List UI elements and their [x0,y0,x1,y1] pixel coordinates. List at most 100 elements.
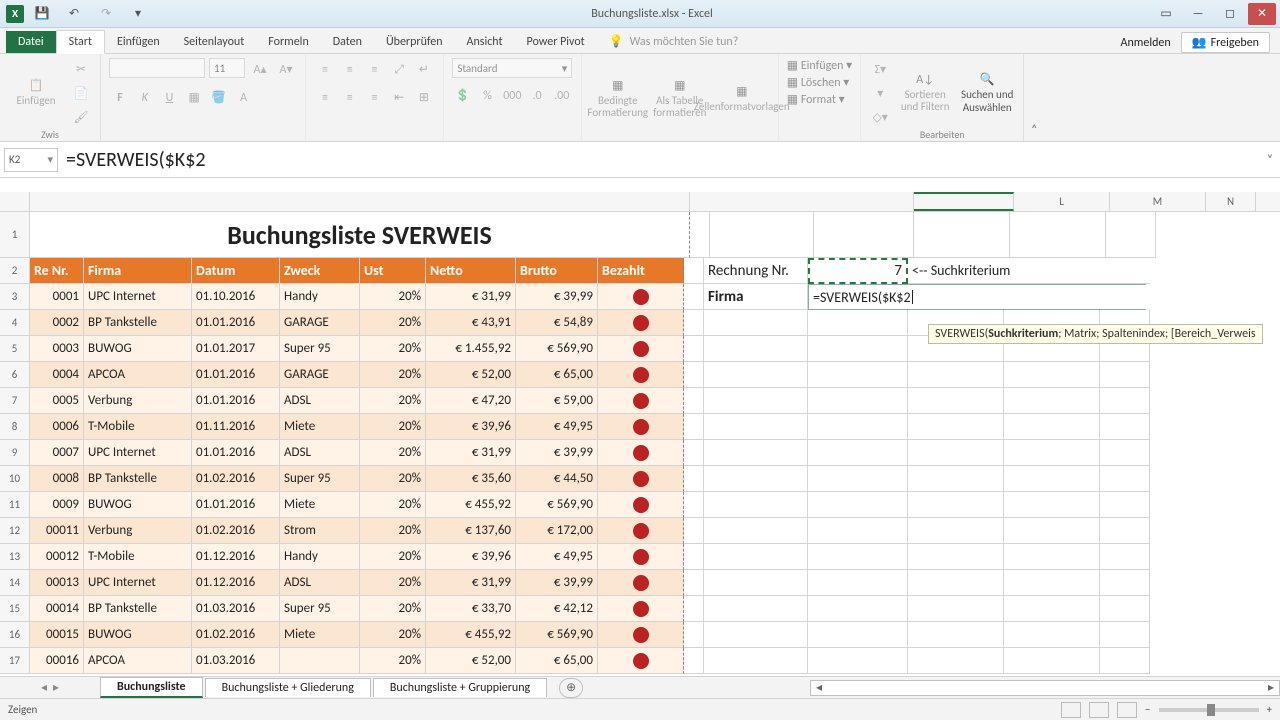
tab-view[interactable]: Ansicht [455,31,515,53]
cell-b[interactable]: BUWOG [84,336,192,362]
cell-c[interactable]: 01.12.2016 [192,570,280,596]
cell[interactable] [704,648,808,674]
cell[interactable] [1100,492,1150,518]
cell[interactable] [684,310,704,336]
sheet-nav-first-icon[interactable]: ◂ [41,680,47,695]
bold-icon[interactable]: F [109,87,131,109]
copy-icon[interactable]: 📄 [70,82,92,104]
cell[interactable] [704,622,808,648]
collapse-ribbon-icon[interactable]: ˄ [1024,54,1044,141]
zoom-in-icon[interactable]: + [1267,703,1272,716]
cell[interactable] [704,362,808,388]
tab-insert[interactable]: Einfügen [105,31,172,53]
redo-icon[interactable]: ↷ [92,3,120,25]
cell-b[interactable]: UPC Internet [84,440,192,466]
cell-d[interactable]: Miete [280,622,360,648]
cell-f[interactable]: € 455,92 [426,622,516,648]
cell-c[interactable]: 01.10.2016 [192,284,280,310]
header-re-nr[interactable]: Re Nr. [30,258,84,284]
cell-h[interactable] [598,466,684,492]
cell[interactable] [684,414,704,440]
cell-a[interactable]: 0003 [30,336,84,362]
cell-f[interactable]: € 31,99 [426,570,516,596]
cell[interactable] [808,336,908,362]
cell[interactable] [704,440,808,466]
cell-a[interactable]: 00015 [30,622,84,648]
cell-l2-note[interactable]: <-- Suchkriterium [908,258,1150,284]
cell[interactable] [1004,466,1100,492]
row-header[interactable]: 11 [0,492,30,518]
cell[interactable] [684,544,704,570]
cell-g[interactable]: € 569,90 [516,336,598,362]
cell-g[interactable]: € 44,50 [516,466,598,492]
cell[interactable] [1100,362,1150,388]
insert-cells-button[interactable]: ▦ Einfügen ▾ [787,58,852,73]
underline-icon[interactable]: U [158,87,180,109]
row-header[interactable]: 15 [0,596,30,622]
zoom-out-icon[interactable]: − [1145,703,1150,716]
row-header[interactable]: 5 [0,336,30,362]
wrap-text-icon[interactable]: ↵ [413,58,435,80]
cell[interactable] [1100,596,1150,622]
cell-d[interactable]: Super 95 [280,466,360,492]
comma-icon[interactable]: 000 [501,85,523,107]
cell-b[interactable]: BP Tankstelle [84,310,192,336]
font-name-input[interactable] [109,58,205,78]
view-normal-icon[interactable] [1061,702,1081,718]
cell-h[interactable] [598,284,684,310]
cell-c[interactable]: 01.03.2016 [192,596,280,622]
qat-customize-icon[interactable]: ▾ [124,3,152,25]
cell[interactable] [684,518,704,544]
cell[interactable] [808,518,908,544]
cell[interactable] [808,310,908,336]
cell-e[interactable]: 20% [360,648,426,674]
cell[interactable] [684,362,704,388]
cell-f[interactable]: € 47,20 [426,388,516,414]
header-firma[interactable]: Firma [84,258,192,284]
cell[interactable] [808,440,908,466]
row-header[interactable]: 17 [0,648,30,674]
cell[interactable] [704,336,808,362]
cell-c[interactable]: 01.01.2016 [192,310,280,336]
cell[interactable] [1106,212,1156,258]
col-header-merged[interactable] [30,192,690,211]
cell-d[interactable]: GARAGE [280,310,360,336]
col-header-m[interactable]: M [1110,192,1206,211]
cell[interactable] [1004,544,1100,570]
cell-f[interactable]: € 33,70 [426,596,516,622]
scroll-right-icon[interactable]: ▸ [1263,681,1279,695]
cell-a[interactable]: 0007 [30,440,84,466]
cell-b[interactable]: BUWOG [84,492,192,518]
cell[interactable] [1004,596,1100,622]
cell-f[interactable]: € 455,92 [426,492,516,518]
new-sheet-button[interactable]: ⊕ [559,678,583,698]
col-header-k[interactable] [914,192,1014,211]
cell-h[interactable] [598,440,684,466]
cell-a[interactable]: 0004 [30,362,84,388]
cell[interactable] [808,570,908,596]
cell-h[interactable] [598,310,684,336]
cell[interactable] [908,362,1004,388]
cell[interactable] [684,622,704,648]
cell[interactable] [908,414,1004,440]
cell-a[interactable]: 00016 [30,648,84,674]
cell[interactable] [908,648,1004,674]
cell-c[interactable]: 01.11.2016 [192,414,280,440]
cell[interactable] [808,362,908,388]
cell-g[interactable]: € 39,99 [516,570,598,596]
cell-e[interactable]: 20% [360,414,426,440]
cell-c[interactable]: 01.01.2016 [192,362,280,388]
close-icon[interactable]: ✕ [1248,3,1276,25]
cell-d[interactable]: GARAGE [280,362,360,388]
border-icon[interactable]: ▦ [183,86,205,108]
row-header[interactable]: 16 [0,622,30,648]
cell[interactable] [684,336,704,362]
cell-d[interactable]: Strom [280,518,360,544]
cell-h[interactable] [598,544,684,570]
header-datum[interactable]: Datum [192,258,280,284]
cell[interactable] [808,544,908,570]
minimize-icon[interactable]: — [1184,3,1212,25]
cell[interactable] [684,596,704,622]
cell[interactable] [684,648,704,674]
italic-icon[interactable]: K [134,87,156,109]
